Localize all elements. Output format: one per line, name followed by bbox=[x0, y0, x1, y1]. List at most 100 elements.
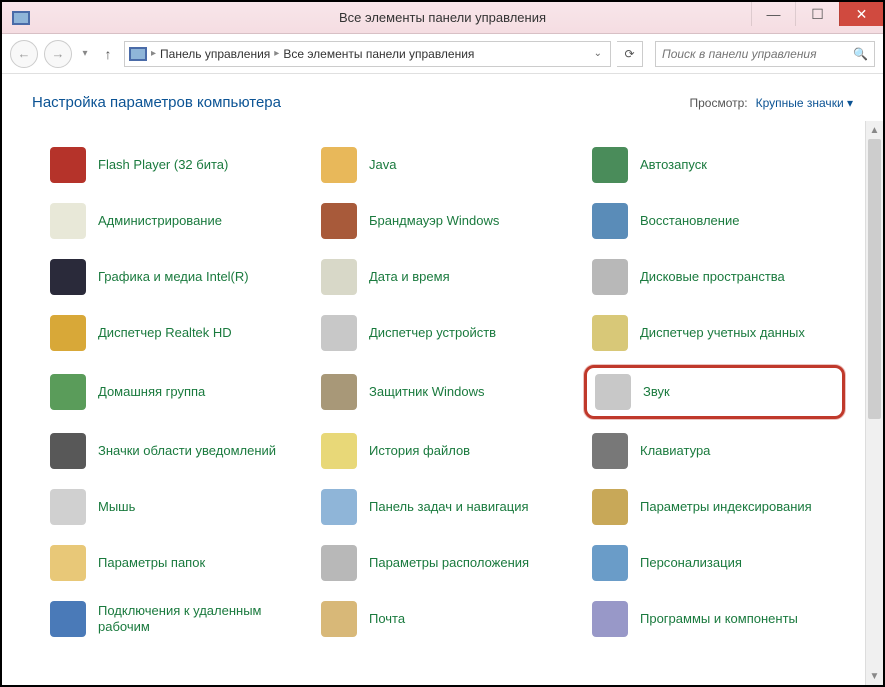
minimize-button[interactable]: — bbox=[751, 2, 795, 26]
cp-item-intel-graphics[interactable]: Графика и медиа Intel(R) bbox=[42, 253, 303, 301]
search-input[interactable] bbox=[662, 47, 847, 61]
cp-item-label: Параметры расположения bbox=[369, 555, 529, 571]
cp-item-label: Мышь bbox=[98, 499, 135, 515]
scroll-down-button[interactable]: ▼ bbox=[866, 667, 883, 685]
cp-item-mouse[interactable]: Мышь bbox=[42, 483, 303, 531]
cp-item-programs[interactable]: Программы и компоненты bbox=[584, 595, 845, 643]
personalization-icon bbox=[592, 545, 628, 581]
cp-item-label: Значки области уведомлений bbox=[98, 443, 276, 459]
cp-item-flash-player[interactable]: Flash Player (32 бита) bbox=[42, 141, 303, 189]
cp-item-label: Клавиатура bbox=[640, 443, 710, 459]
cp-item-label: Брандмауэр Windows bbox=[369, 213, 499, 229]
cp-item-admin-tools[interactable]: Администрирование bbox=[42, 197, 303, 245]
cp-item-taskbar[interactable]: Панель задач и навигация bbox=[313, 483, 574, 531]
cp-item-recovery[interactable]: Восстановление bbox=[584, 197, 845, 245]
cp-item-location[interactable]: Параметры расположения bbox=[313, 539, 574, 587]
cp-item-label: Flash Player (32 бита) bbox=[98, 157, 228, 173]
view-label: Просмотр: bbox=[689, 96, 747, 110]
cp-item-defender[interactable]: Защитник Windows bbox=[313, 365, 574, 419]
mail-icon bbox=[321, 601, 357, 637]
cp-item-credential-manager[interactable]: Диспетчер учетных данных bbox=[584, 309, 845, 357]
cp-item-label: Диспетчер Realtek HD bbox=[98, 325, 232, 341]
refresh-button[interactable]: ⟳ bbox=[617, 41, 643, 67]
file-history-icon bbox=[321, 433, 357, 469]
cp-item-label: Звук bbox=[643, 384, 670, 400]
cp-item-firewall[interactable]: Брандмауэр Windows bbox=[313, 197, 574, 245]
history-dropdown[interactable]: ▾ bbox=[78, 48, 92, 59]
cp-item-label: Дата и время bbox=[369, 269, 450, 285]
scroll-thumb[interactable] bbox=[868, 139, 881, 419]
cp-item-storage-spaces[interactable]: Дисковые пространства bbox=[584, 253, 845, 301]
close-button[interactable]: ✕ bbox=[839, 2, 883, 26]
cp-item-label: Подключения к удаленным рабочим bbox=[98, 603, 295, 634]
cp-item-label: Защитник Windows bbox=[369, 384, 484, 400]
navbar: ← → ▾ ↑ ▸ Панель управления ▸ Все элемен… bbox=[2, 34, 883, 74]
scrollbar[interactable]: ▲ ▼ bbox=[865, 121, 883, 685]
cp-item-file-history[interactable]: История файлов bbox=[313, 427, 574, 475]
back-button[interactable]: ← bbox=[10, 40, 38, 68]
breadcrumb-root[interactable]: Панель управления bbox=[160, 47, 270, 61]
items-grid: Flash Player (32 бита) Java Автозапуск Адми… bbox=[2, 121, 865, 685]
up-button[interactable]: ↑ bbox=[98, 46, 118, 62]
window-title: Все элементы панели управления bbox=[339, 10, 546, 25]
autorun-icon bbox=[592, 147, 628, 183]
remote-app-icon bbox=[50, 601, 86, 637]
cp-item-label: Диспетчер устройств bbox=[369, 325, 496, 341]
taskbar-icon bbox=[321, 489, 357, 525]
cp-item-label: Почта bbox=[369, 611, 405, 627]
control-panel-icon bbox=[129, 47, 147, 61]
keyboard-icon bbox=[592, 433, 628, 469]
cp-item-folder-options[interactable]: Параметры папок bbox=[42, 539, 303, 587]
date-time-icon bbox=[321, 259, 357, 295]
defender-icon bbox=[321, 374, 357, 410]
search-box[interactable]: 🔍 bbox=[655, 41, 875, 67]
scroll-up-button[interactable]: ▲ bbox=[866, 121, 883, 139]
cp-item-label: Графика и медиа Intel(R) bbox=[98, 269, 249, 285]
cp-item-label: Дисковые пространства bbox=[640, 269, 785, 285]
mouse-icon bbox=[50, 489, 86, 525]
device-manager-icon bbox=[321, 315, 357, 351]
cp-item-label: Панель задач и навигация bbox=[369, 499, 529, 515]
view-selector[interactable]: Крупные значки ▾ bbox=[756, 96, 853, 110]
cp-item-label: Java bbox=[369, 157, 396, 173]
cp-item-keyboard[interactable]: Клавиатура bbox=[584, 427, 845, 475]
chevron-right-icon: ▸ bbox=[151, 48, 156, 59]
credential-manager-icon bbox=[592, 315, 628, 351]
location-icon bbox=[321, 545, 357, 581]
folder-options-icon bbox=[50, 545, 86, 581]
cp-item-remote-app[interactable]: Подключения к удаленным рабочим bbox=[42, 595, 303, 643]
realtek-icon bbox=[50, 315, 86, 351]
page-title: Настройка параметров компьютера bbox=[32, 94, 281, 111]
cp-item-personalization[interactable]: Персонализация bbox=[584, 539, 845, 587]
address-bar[interactable]: ▸ Панель управления ▸ Все элементы панел… bbox=[124, 41, 611, 67]
sound-icon bbox=[595, 374, 631, 410]
cp-item-realtek[interactable]: Диспетчер Realtek HD bbox=[42, 309, 303, 357]
cp-item-notification-icons[interactable]: Значки области уведомлений bbox=[42, 427, 303, 475]
cp-item-label: Диспетчер учетных данных bbox=[640, 325, 805, 341]
cp-item-homegroup[interactable]: Домашняя группа bbox=[42, 365, 303, 419]
cp-item-date-time[interactable]: Дата и время bbox=[313, 253, 574, 301]
cp-item-label: Персонализация bbox=[640, 555, 742, 571]
java-icon bbox=[321, 147, 357, 183]
programs-icon bbox=[592, 601, 628, 637]
forward-button[interactable]: → bbox=[44, 40, 72, 68]
storage-spaces-icon bbox=[592, 259, 628, 295]
titlebar: Все элементы панели управления — ☐ ✕ bbox=[2, 2, 883, 34]
recovery-icon bbox=[592, 203, 628, 239]
cp-item-mail[interactable]: Почта bbox=[313, 595, 574, 643]
search-icon: 🔍 bbox=[853, 47, 868, 61]
cp-item-label: Восстановление bbox=[640, 213, 739, 229]
cp-item-label: Программы и компоненты bbox=[640, 611, 798, 627]
cp-item-indexing[interactable]: Параметры индексирования bbox=[584, 483, 845, 531]
cp-item-java[interactable]: Java bbox=[313, 141, 574, 189]
address-dropdown[interactable]: ⌄ bbox=[590, 48, 606, 59]
cp-item-label: История файлов bbox=[369, 443, 470, 459]
breadcrumb-current[interactable]: Все элементы панели управления bbox=[283, 47, 474, 61]
cp-item-label: Параметры папок bbox=[98, 555, 205, 571]
maximize-button[interactable]: ☐ bbox=[795, 2, 839, 26]
cp-item-sound[interactable]: Звук bbox=[584, 365, 845, 419]
cp-item-label: Домашняя группа bbox=[98, 384, 205, 400]
cp-item-device-manager[interactable]: Диспетчер устройств bbox=[313, 309, 574, 357]
cp-item-autorun[interactable]: Автозапуск bbox=[584, 141, 845, 189]
homegroup-icon bbox=[50, 374, 86, 410]
